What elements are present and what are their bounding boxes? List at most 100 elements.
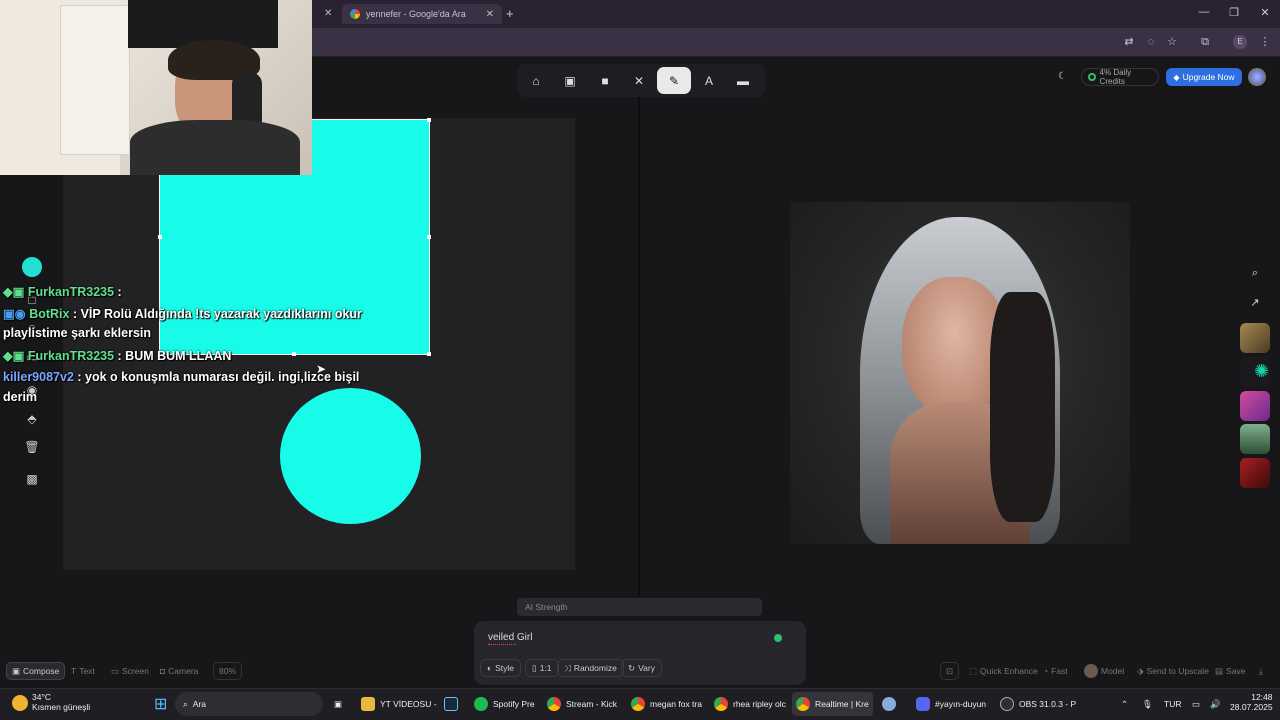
- theme-moon-icon[interactable]: ☾: [1058, 71, 1070, 83]
- credits-label: 4% Daily Credits: [1099, 68, 1132, 86]
- door: [60, 5, 130, 155]
- chevron-up-icon[interactable]: ⌃: [1117, 692, 1132, 716]
- minimize-icon[interactable]: —: [1197, 6, 1211, 20]
- weather-desc: Kısmen güneşli: [32, 702, 91, 712]
- spellcheck-underline: [488, 644, 516, 645]
- user-avatar[interactable]: [1248, 68, 1266, 86]
- download-icon[interactable]: ⤓: [1254, 662, 1268, 680]
- model-thumb[interactable]: [1240, 391, 1270, 421]
- generated-image[interactable]: [790, 202, 1130, 544]
- model-thumb[interactable]: [1240, 458, 1270, 488]
- taskbar-app[interactable]: YT VİDEOSU -: [357, 692, 441, 716]
- camera-tab[interactable]: ◘ Camera: [155, 662, 203, 680]
- trash-icon[interactable]: 🗑: [24, 439, 40, 455]
- style-button[interactable]: ◐ Style: [480, 659, 522, 677]
- task-view-icon[interactable]: ▣: [330, 692, 346, 716]
- search-icon[interactable]: ⌕: [1248, 266, 1262, 280]
- close-tab-icon[interactable]: ✕: [324, 8, 332, 19]
- brush-icon[interactable]: ✎: [657, 67, 691, 94]
- taskbar-app[interactable]: #yayın-duyun: [912, 692, 990, 716]
- browser-tab[interactable]: yennefer - Google'da Ara ✕: [342, 4, 502, 24]
- chat-text: : yok o konuşmla numarası değil. ingi,li…: [73, 370, 360, 384]
- window-close-icon[interactable]: ✕: [1258, 6, 1272, 20]
- quick-enhance-button[interactable]: ⬚ Quick Enhance: [964, 662, 1043, 680]
- text-tab[interactable]: T Text: [66, 662, 100, 680]
- taskbar-search[interactable]: ⌕ Ara: [175, 692, 323, 716]
- resize-handle[interactable]: [158, 235, 162, 239]
- app-label: rhea ripley olc: [733, 699, 786, 709]
- fast-label: Fast: [1051, 666, 1068, 676]
- taskbar-app[interactable]: rhea ripley olc: [710, 692, 790, 716]
- eye-off-icon[interactable]: ◌: [1144, 35, 1158, 49]
- randomize-button[interactable]: ⤨ Randomize: [557, 659, 624, 677]
- text-icon[interactable]: A: [692, 67, 726, 94]
- video-icon[interactable]: ■: [588, 67, 622, 94]
- panel-divider[interactable]: [638, 97, 640, 597]
- taskbar-app-active[interactable]: Realtime | Kre: [792, 692, 873, 716]
- send-to-upscale-button[interactable]: ⬗ Send to Upscale: [1132, 662, 1214, 680]
- upgrade-button[interactable]: ◆ Upgrade Now: [1166, 68, 1242, 86]
- resize-handle[interactable]: [427, 352, 431, 356]
- taskbar-app[interactable]: OBS 31.0.3 - P: [996, 692, 1080, 716]
- resize-handle[interactable]: [292, 352, 296, 356]
- vary-button[interactable]: ↻ Vary: [621, 659, 662, 677]
- folder-icon[interactable]: ▬: [726, 67, 760, 94]
- screen-tab[interactable]: ▭ Screen: [106, 662, 154, 680]
- language-indicator[interactable]: TUR: [1160, 692, 1185, 716]
- model-thumb[interactable]: [1240, 424, 1270, 454]
- prompt-input[interactable]: veiled Girl: [488, 632, 532, 643]
- taskbar-app[interactable]: Spotify Pre: [470, 692, 539, 716]
- save-button[interactable]: ▤ Save: [1210, 662, 1250, 680]
- new-tab-button[interactable]: +: [506, 6, 514, 21]
- volume-icon[interactable]: 🔊: [1206, 692, 1225, 716]
- close-icon[interactable]: ✕: [486, 9, 494, 20]
- randomize-label: Randomize: [573, 663, 617, 673]
- eraser-icon[interactable]: ⬘: [24, 411, 40, 427]
- zoom-level[interactable]: 80%: [213, 662, 243, 680]
- menu-icon[interactable]: ⋮: [1258, 35, 1272, 49]
- wand-icon[interactable]: ✕: [622, 67, 656, 94]
- display-icon[interactable]: ▭: [1188, 692, 1204, 716]
- share-icon[interactable]: ↗: [1248, 296, 1262, 310]
- restore-icon[interactable]: ❐: [1227, 6, 1241, 20]
- app-label: Stream - Kick: [566, 699, 618, 709]
- credits-ring-icon: [1088, 73, 1096, 81]
- image-upload-icon[interactable]: ▩: [24, 471, 40, 487]
- chat-text: playlistime şarkı eklersin: [3, 326, 152, 340]
- fast-button[interactable]: ◔ Fast: [1038, 662, 1073, 680]
- weather-temp: 34°C: [32, 692, 51, 702]
- chat-user: BotRix: [29, 307, 70, 321]
- compose-tab[interactable]: ▣ Compose: [6, 662, 66, 680]
- daily-credits[interactable]: 4% Daily Credits: [1081, 68, 1159, 86]
- color-picker[interactable]: [22, 257, 42, 277]
- screen-label: Screen: [122, 666, 149, 676]
- image-icon[interactable]: ▣: [553, 67, 587, 94]
- taskbar-app[interactable]: megan fox tra: [627, 692, 706, 716]
- model-button[interactable]: Model: [1079, 662, 1129, 680]
- resize-handle[interactable]: [427, 235, 431, 239]
- crop-icon[interactable]: ⊡: [940, 662, 960, 680]
- style-label: Style: [495, 663, 515, 673]
- translate-icon[interactable]: ⇄: [1122, 35, 1136, 49]
- taskbar-app[interactable]: Stream - Kick: [543, 692, 621, 716]
- vary-label: Vary: [638, 663, 655, 673]
- palette-icon: ◐: [487, 663, 493, 673]
- aspect-ratio-button[interactable]: ▯ 1:1: [525, 659, 559, 677]
- home-icon[interactable]: ⌂: [519, 67, 553, 94]
- star-icon[interactable]: ☆: [1165, 35, 1179, 49]
- start-button[interactable]: ⊞: [150, 692, 171, 716]
- resize-handle[interactable]: [427, 118, 431, 122]
- profile-avatar[interactable]: E: [1233, 35, 1247, 49]
- clock[interactable]: 12:48 28.07.2025: [1226, 692, 1277, 716]
- ai-strength-slider[interactable]: AI Strength: [517, 598, 762, 616]
- taskbar-app[interactable]: [440, 692, 462, 716]
- taskbar-app[interactable]: [878, 692, 900, 716]
- model-label: Model: [1101, 666, 1125, 676]
- badge-icon: ◆▣: [3, 285, 28, 299]
- extensions-icon[interactable]: ⧉: [1198, 35, 1212, 49]
- cyan-circle-shape[interactable]: [280, 388, 421, 524]
- camera-icon: ◘: [160, 666, 166, 676]
- mic-icon[interactable]: 🎙: [1138, 692, 1157, 716]
- google-icon: [350, 9, 360, 19]
- model-thumb[interactable]: [1240, 323, 1270, 353]
